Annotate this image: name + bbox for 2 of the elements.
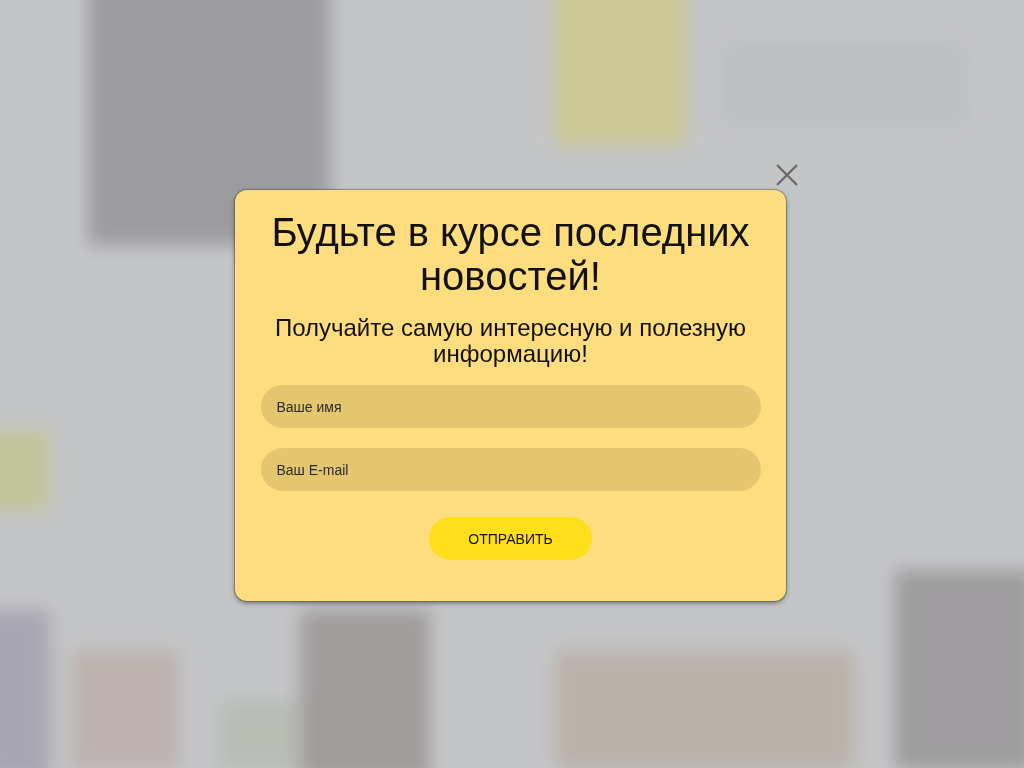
popup-subtitle: Получайте самую интересную и полезную информацию! (273, 315, 748, 367)
popup-title: Будьте в курсе последних новостей! (270, 210, 751, 298)
